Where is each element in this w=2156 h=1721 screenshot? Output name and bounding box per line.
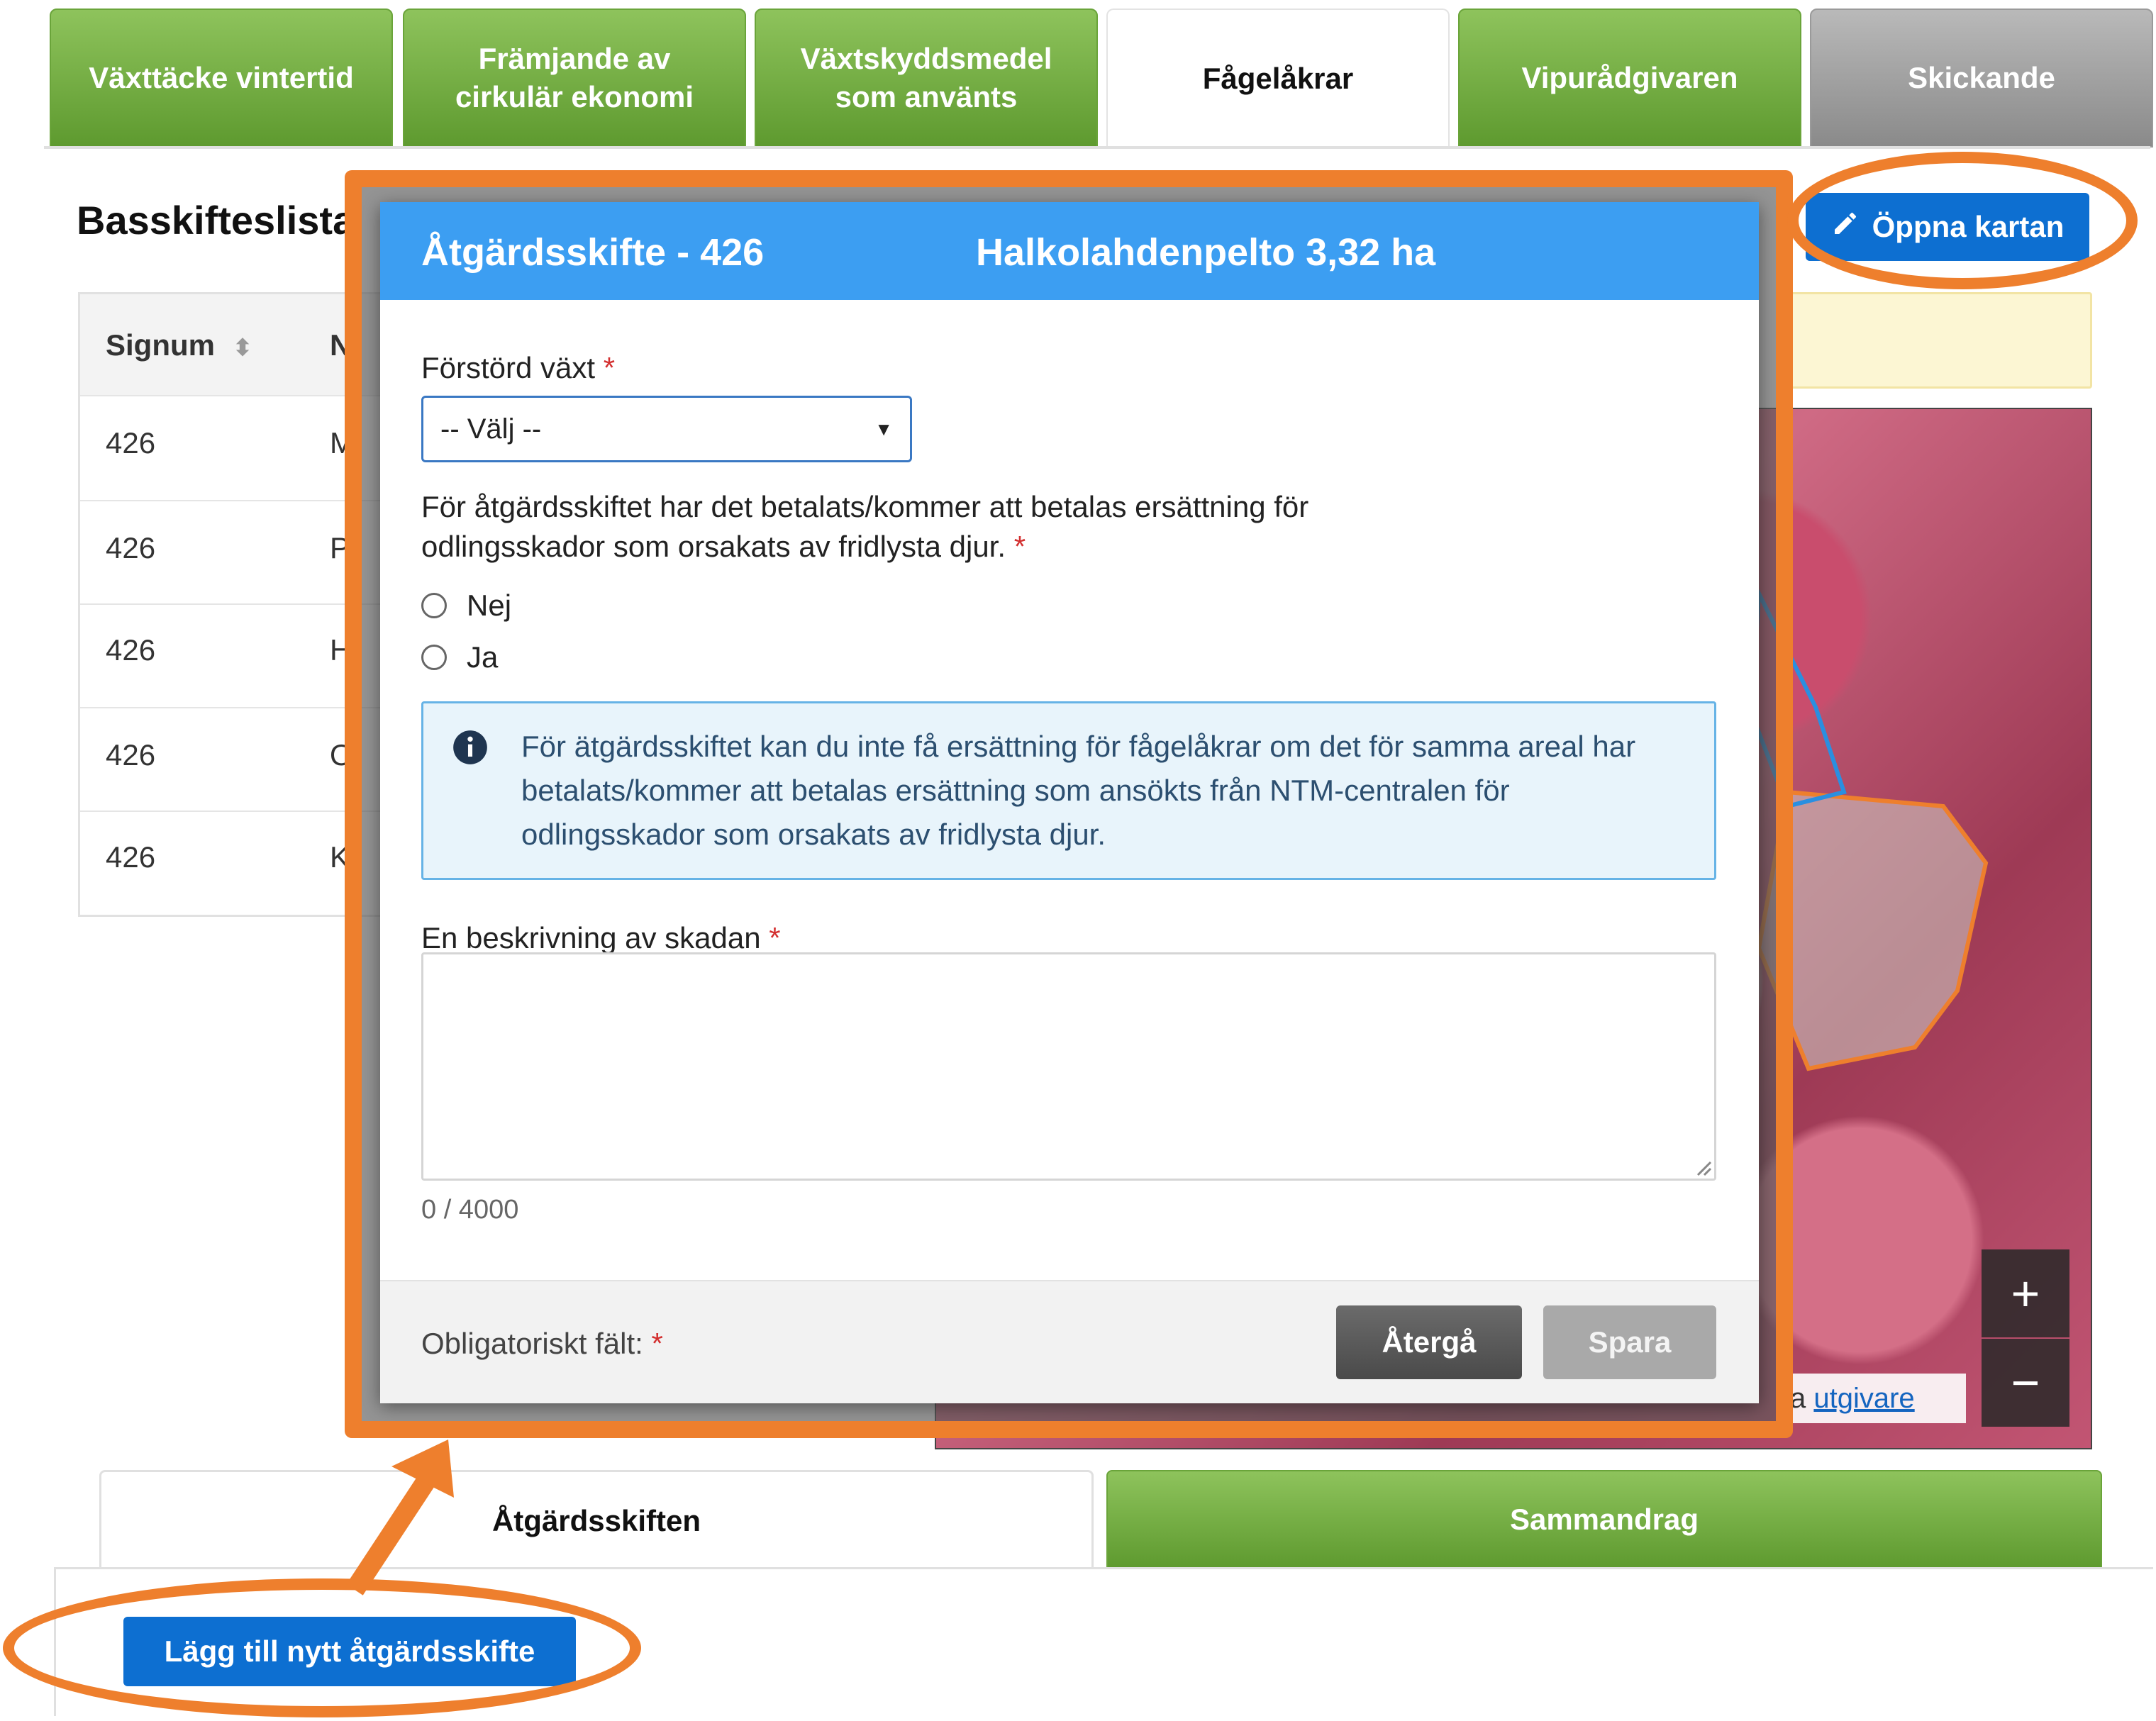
annotation-arrow bbox=[346, 1439, 454, 1595]
